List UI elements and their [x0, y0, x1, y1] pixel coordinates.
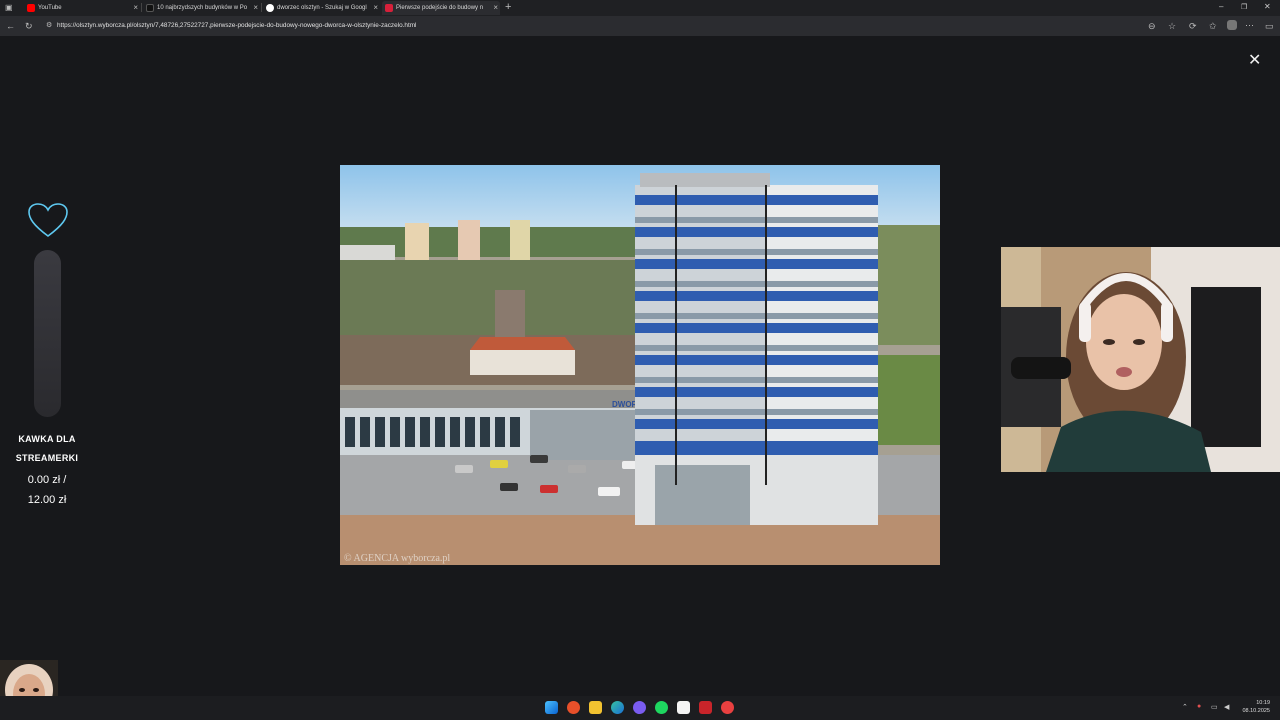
browser-icon[interactable] — [567, 701, 580, 714]
maximize-icon[interactable]: ❐ — [1241, 3, 1247, 11]
station-aerial-photo: DWORZEC © AGENCJA wyborcza.pl — [340, 165, 940, 565]
close-icon[interactable]: ✕ — [1248, 50, 1261, 70]
taskbar: ⌃ ● ▭ ◀ 10:19 08.10.2025 — [0, 696, 1280, 720]
back-icon[interactable]: ← — [6, 21, 15, 31]
page-favicon-icon — [146, 4, 154, 12]
minimize-icon[interactable]: – — [1219, 2, 1223, 11]
profile-icon[interactable] — [1227, 20, 1237, 30]
donation-progress-bar — [34, 250, 61, 417]
photo-watermark: © AGENCJA wyborcza.pl — [344, 553, 450, 564]
tab-google-search[interactable]: dworzec olsztyn - Szukaj w Googl × — [263, 1, 380, 15]
tab-strip: ▣ YouTube × 10 najbrzydszych budynków w … — [0, 0, 1280, 16]
tab-title: 10 najbrzydszych budynków w Po — [157, 5, 248, 11]
donation-label-line2: STREAMERKI — [15, 453, 79, 463]
close-tab-icon[interactable]: × — [373, 1, 378, 15]
donation-goal: 12.00 zł — [27, 494, 67, 506]
sidebar-icon[interactable]: ▭ — [1265, 21, 1274, 31]
wyborcza-icon — [385, 4, 393, 12]
file-explorer-icon[interactable] — [589, 701, 602, 714]
donation-label: KAWKA DLA STREAMERKI — [8, 430, 86, 468]
address-bar: ← ↻ ⚙ https://olsztyn.wyborcza.pl/olszty… — [0, 16, 1280, 36]
tab-title: YouTube — [38, 5, 62, 11]
microphone-icon[interactable]: ● — [1197, 703, 1201, 710]
close-tab-icon[interactable]: × — [253, 1, 258, 15]
google-icon — [266, 4, 274, 12]
url-field[interactable]: ⚙ https://olsztyn.wyborcza.pl/olsztyn/7,… — [44, 19, 1140, 33]
volume-icon[interactable]: ◀ — [1224, 703, 1229, 711]
more-menu-icon[interactable]: ⋯ — [1245, 20, 1254, 30]
favorites-icon[interactable]: ✩ — [1209, 21, 1217, 31]
donation-current: 0.00 zł / — [27, 474, 67, 486]
edge-icon[interactable] — [611, 701, 624, 714]
tab-title: Pierwsze podejście do budowy n — [396, 5, 484, 11]
discord-icon[interactable] — [633, 701, 646, 714]
article-photo[interactable]: DWORZEC © AGENCJA wyborcza.pl — [340, 165, 940, 565]
donation-label-line1: KAWKA DLA — [18, 434, 76, 444]
clock-time: 10:19 — [1256, 700, 1270, 706]
heart-icon — [28, 203, 68, 237]
window-close-icon[interactable]: ✕ — [1264, 2, 1271, 11]
start-icon[interactable] — [545, 701, 558, 714]
tab-article[interactable]: Pierwsze podejście do budowy n × — [382, 1, 500, 15]
tab-ugliest-buildings[interactable]: 10 najbrzydszych budynków w Po × — [143, 1, 260, 15]
permissions-icon[interactable]: ⊖ — [1148, 21, 1156, 31]
tab-actions-icon[interactable]: ▣ — [5, 3, 13, 13]
spotify-icon[interactable] — [655, 701, 668, 714]
url-text: https://olsztyn.wyborcza.pl/olsztyn/7,48… — [57, 22, 417, 29]
bookmark-icon[interactable]: ☆ — [1168, 21, 1176, 31]
extensions-icon[interactable]: ⟳ — [1189, 21, 1197, 31]
webcam-feed — [1001, 247, 1280, 472]
chrome-icon[interactable] — [721, 701, 734, 714]
tray-overflow-icon[interactable]: ⌃ — [1182, 703, 1188, 711]
tab-youtube[interactable]: YouTube × — [24, 1, 140, 15]
youtube-icon — [27, 4, 35, 12]
notepad-icon[interactable] — [677, 701, 690, 714]
site-info-icon[interactable]: ⚙ — [46, 21, 52, 31]
system-clock[interactable]: 10:19 08.10.2025 — [1236, 699, 1270, 715]
tab-title: dworzec olsztyn - Szukaj w Googl — [277, 5, 367, 11]
close-tab-icon[interactable]: × — [133, 1, 138, 15]
network-icon[interactable]: ▭ — [1211, 703, 1218, 711]
clock-date: 08.10.2025 — [1242, 708, 1270, 714]
close-tab-icon[interactable]: × — [493, 1, 498, 15]
reload-icon[interactable]: ↻ — [25, 21, 33, 31]
donation-amount: 0.00 zł / 12.00 zł — [8, 470, 86, 510]
app-icon[interactable] — [699, 701, 712, 714]
new-tab-icon[interactable]: + — [505, 2, 511, 13]
webcam-overlay — [1001, 247, 1280, 472]
